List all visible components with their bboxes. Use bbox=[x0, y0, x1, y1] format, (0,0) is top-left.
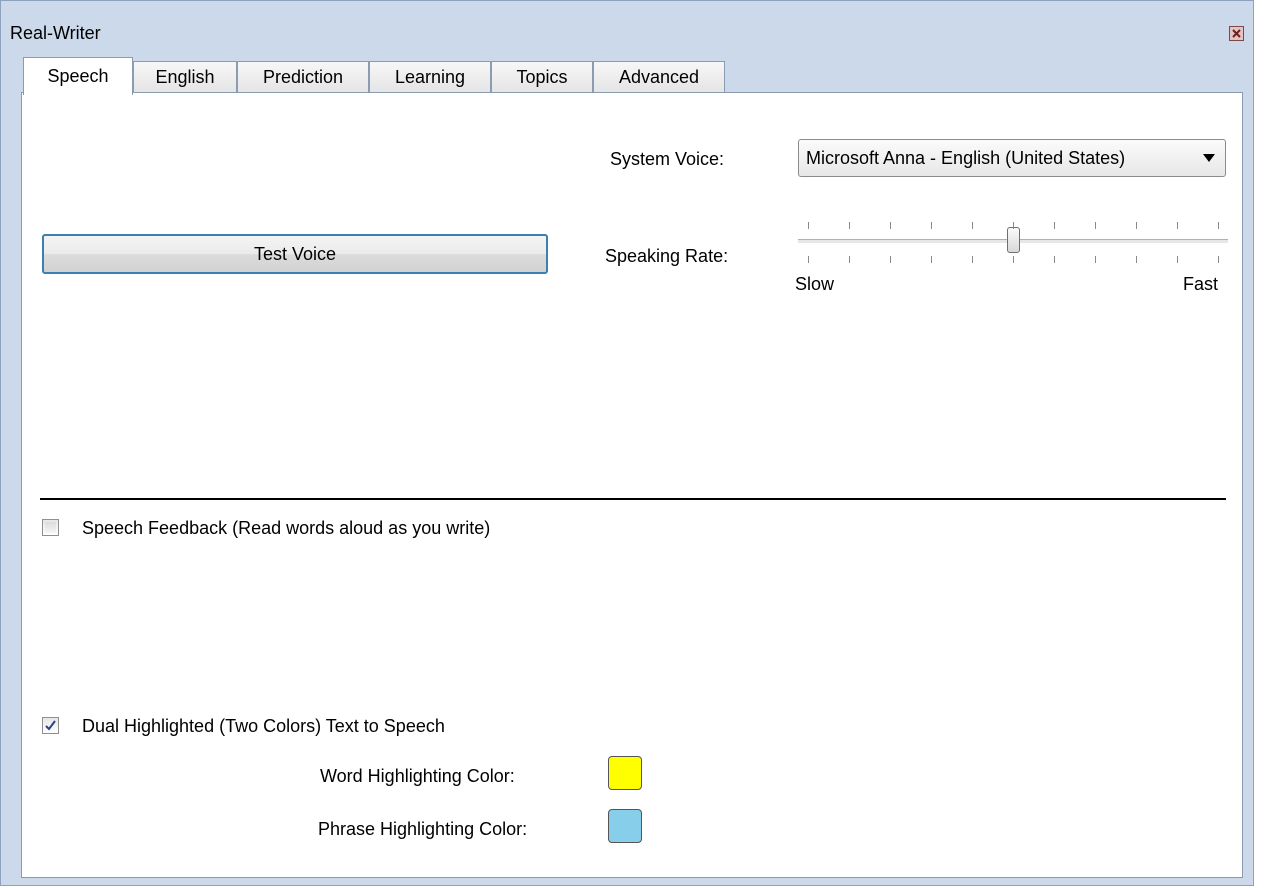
tab-label: Speech bbox=[47, 66, 109, 86]
dropdown-arrow-icon bbox=[1203, 154, 1215, 162]
test-voice-button[interactable]: Test Voice bbox=[42, 234, 548, 274]
tab-label: Learning bbox=[394, 67, 466, 87]
slider-tick bbox=[1013, 222, 1014, 229]
tab-label: Prediction bbox=[262, 67, 344, 87]
slider-thumb[interactable] bbox=[1007, 227, 1020, 253]
real-writer-window: Real-Writer Speech English Prediction Le… bbox=[0, 0, 1254, 886]
checkmark-icon bbox=[45, 720, 56, 731]
tab-prediction[interactable]: Prediction bbox=[237, 61, 369, 93]
speaking-rate-slider[interactable] bbox=[798, 211, 1228, 271]
slider-tick bbox=[808, 256, 809, 263]
slider-tick bbox=[849, 222, 850, 229]
dual-highlight-checkbox[interactable] bbox=[42, 717, 59, 734]
tab-learning[interactable]: Learning bbox=[369, 61, 491, 93]
phrase-color-swatch[interactable] bbox=[608, 809, 642, 843]
slider-tick bbox=[1136, 222, 1137, 229]
tab-advanced[interactable]: Advanced bbox=[593, 61, 725, 93]
slider-tick bbox=[1095, 256, 1096, 263]
tab-label: Advanced bbox=[618, 67, 700, 87]
system-voice-select[interactable]: Microsoft Anna - English (United States) bbox=[798, 139, 1226, 177]
slider-tick bbox=[890, 222, 891, 229]
system-voice-value: Microsoft Anna - English (United States) bbox=[806, 148, 1126, 168]
slider-tick bbox=[931, 256, 932, 263]
slider-tick bbox=[1054, 222, 1055, 229]
slider-tick bbox=[972, 256, 973, 263]
slider-tick bbox=[1013, 256, 1014, 263]
slow-label: Slow bbox=[795, 274, 835, 294]
slider-tick bbox=[808, 222, 809, 229]
phrase-color-label: Phrase Highlighting Color: bbox=[318, 819, 528, 839]
slider-tick bbox=[972, 222, 973, 229]
tab-label: Topics bbox=[516, 67, 568, 87]
tab-english[interactable]: English bbox=[133, 61, 237, 93]
word-color-swatch[interactable] bbox=[608, 756, 642, 790]
slider-tick bbox=[1095, 222, 1096, 229]
close-icon bbox=[1232, 29, 1241, 38]
speech-feedback-checkbox[interactable] bbox=[42, 519, 59, 536]
slider-tick bbox=[1054, 256, 1055, 263]
window-title: Real-Writer bbox=[10, 23, 101, 43]
speech-panel: System Voice: Microsoft Anna - English (… bbox=[21, 92, 1243, 878]
system-voice-label: System Voice: bbox=[610, 149, 725, 169]
title-bar[interactable]: Real-Writer bbox=[1, 1, 1253, 49]
slider-tick bbox=[1177, 222, 1178, 229]
slider-tick bbox=[890, 256, 891, 263]
slider-tick bbox=[1136, 256, 1137, 263]
slider-tick bbox=[1177, 256, 1178, 263]
section-divider bbox=[40, 498, 1226, 500]
checkbox-inner bbox=[45, 522, 56, 533]
slider-tick bbox=[931, 222, 932, 229]
slider-tick bbox=[1218, 222, 1219, 229]
slider-tick bbox=[1218, 256, 1219, 263]
close-button[interactable] bbox=[1229, 26, 1244, 41]
test-voice-label: Test Voice bbox=[253, 243, 337, 264]
word-color-label: Word Highlighting Color: bbox=[320, 766, 515, 786]
fast-label: Fast bbox=[1183, 274, 1219, 294]
dual-highlight-label: Dual Highlighted (Two Colors) Text to Sp… bbox=[82, 716, 445, 736]
tab-speech[interactable]: Speech bbox=[23, 57, 133, 95]
speech-feedback-label: Speech Feedback (Read words aloud as you… bbox=[82, 518, 491, 538]
tab-topics[interactable]: Topics bbox=[491, 61, 593, 93]
tab-label: English bbox=[155, 67, 215, 87]
speaking-rate-label: Speaking Rate: bbox=[605, 246, 729, 266]
slider-tick bbox=[849, 256, 850, 263]
